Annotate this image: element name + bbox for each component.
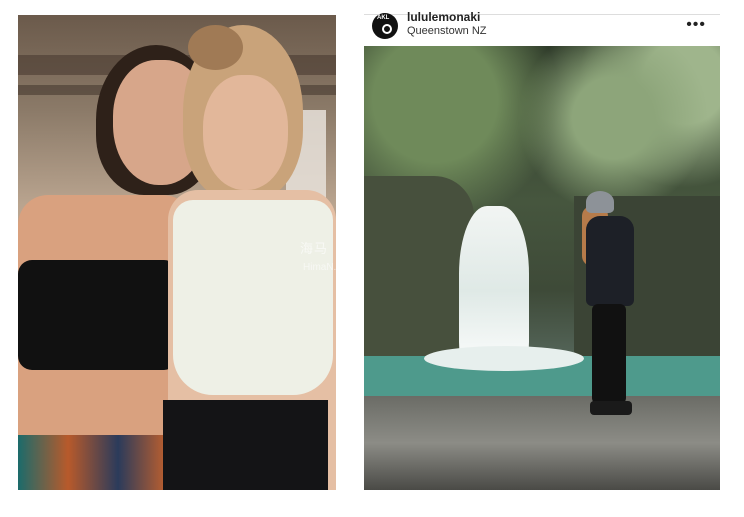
username[interactable]: lululemonaki [407,10,480,24]
right-photo [364,46,720,490]
hiker-boots [590,401,632,415]
watermark: 海马 [300,241,329,256]
black-sports-bra [18,260,178,370]
hiker-jacket [586,216,634,306]
avatar-icon [382,24,392,34]
post-header: AKL lululemonaki Queenstown NZ ••• [364,10,720,42]
water-foam [424,346,584,371]
printed-leggings [18,435,168,490]
white-tank-top [173,200,333,395]
avatar[interactable]: AKL [372,13,398,39]
left-photo [18,15,336,490]
avatar-label: AKL [377,15,390,21]
person-b-face [203,75,288,190]
hair-bun [188,25,243,70]
location[interactable]: Queenstown NZ [407,25,486,37]
hiker-beanie [586,191,614,213]
watermark-subtext: HimaN... [303,262,342,273]
river-rocks [364,396,720,490]
more-options-icon[interactable]: ••• [686,16,706,34]
black-leggings [163,400,328,490]
hiker-legs [592,304,626,404]
